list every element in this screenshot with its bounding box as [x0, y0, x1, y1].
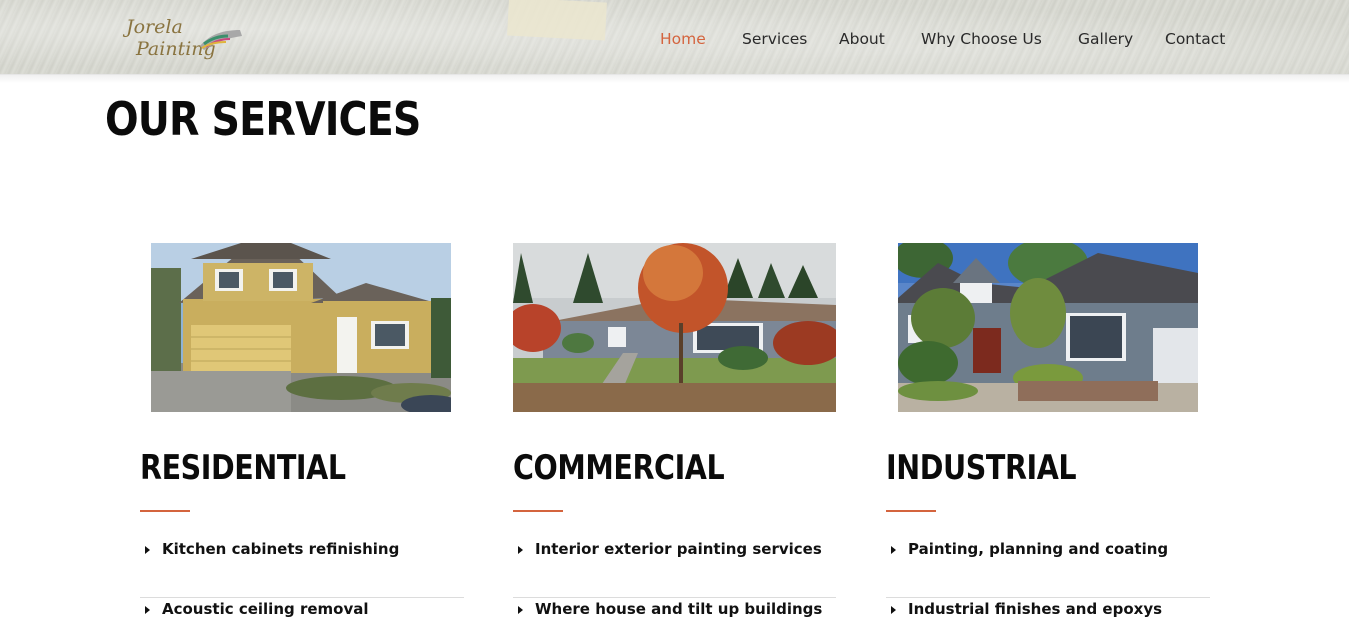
caret-right-icon — [145, 546, 150, 554]
accent-line — [140, 510, 190, 512]
nav-why-choose-us[interactable]: Why Choose Us — [921, 30, 1042, 48]
accent-line — [513, 510, 563, 512]
list-item: Industrial finishes and epoxys — [886, 598, 1210, 632]
nav-home[interactable]: Home — [660, 30, 706, 48]
list-item: Where house and tilt up buildings — [513, 598, 836, 632]
caret-right-icon — [891, 546, 896, 554]
caret-right-icon — [518, 546, 523, 554]
nav-services[interactable]: Services — [742, 30, 807, 48]
caret-right-icon — [891, 606, 896, 614]
list-item-text: Industrial finishes and epoxys — [908, 600, 1163, 618]
main-nav: Home Services About Why Choose Us Galler… — [0, 30, 1349, 52]
commercial-list: Interior exterior painting services Wher… — [513, 538, 836, 632]
residential-list: Kitchen cabinets refinishing Acoustic ce… — [140, 538, 464, 632]
accent-line — [886, 510, 936, 512]
nav-about[interactable]: About — [839, 30, 885, 48]
industrial-list: Painting, planning and coating Industria… — [886, 538, 1210, 632]
list-item: Acoustic ceiling removal — [140, 598, 464, 632]
industrial-title: INDUSTRIAL — [886, 448, 1077, 488]
nav-contact[interactable]: Contact — [1165, 30, 1225, 48]
residential-photo — [151, 243, 451, 412]
list-item-text: Where house and tilt up buildings — [535, 600, 823, 618]
commercial-photo — [513, 243, 836, 412]
caret-right-icon — [145, 606, 150, 614]
industrial-photo — [898, 243, 1198, 412]
site-header: Jorela Painting Home Services About Why … — [0, 0, 1349, 75]
list-item: Interior exterior painting services — [513, 538, 836, 598]
list-item: Painting, planning and coating — [886, 538, 1210, 598]
caret-right-icon — [518, 606, 523, 614]
list-item-text: Kitchen cabinets refinishing — [162, 540, 400, 558]
residential-title: RESIDENTIAL — [140, 448, 346, 488]
list-item-text: Painting, planning and coating — [908, 540, 1169, 558]
list-item: Kitchen cabinets refinishing — [140, 538, 464, 598]
page-title: OUR SERVICES — [105, 92, 421, 146]
list-item-text: Interior exterior painting services — [535, 540, 822, 558]
list-item-text: Acoustic ceiling removal — [162, 600, 369, 618]
commercial-title: COMMERCIAL — [513, 448, 725, 488]
nav-gallery[interactable]: Gallery — [1078, 30, 1133, 48]
header-shadow — [0, 75, 1349, 83]
